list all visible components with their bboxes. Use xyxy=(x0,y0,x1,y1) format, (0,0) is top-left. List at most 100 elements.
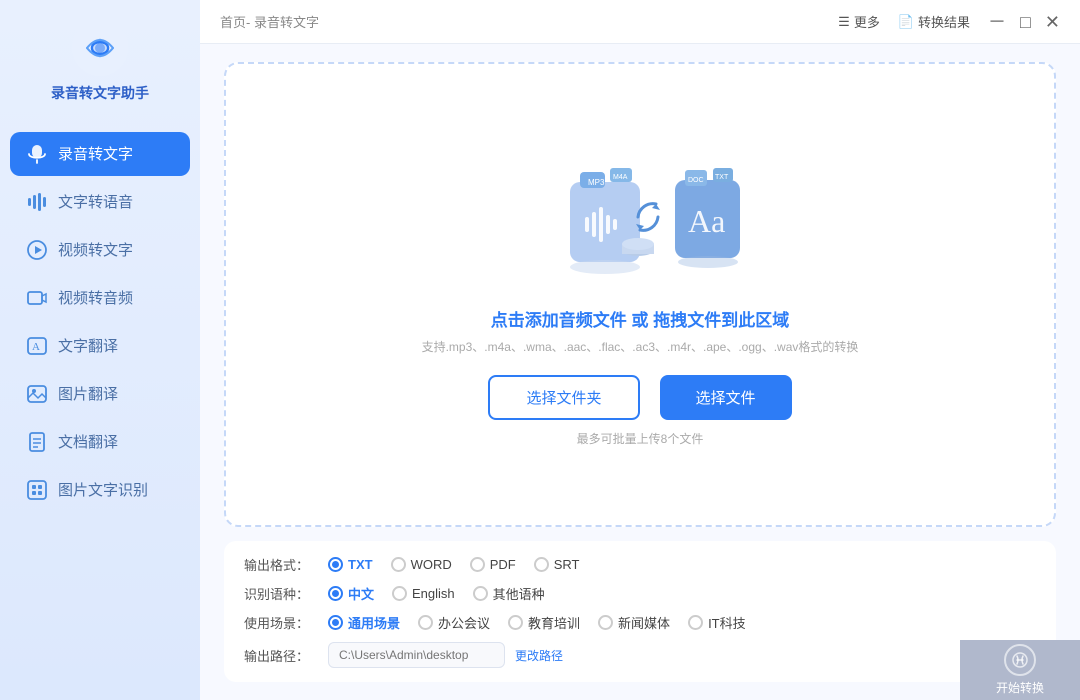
maximize-button[interactable]: □ xyxy=(1020,13,1031,31)
lang-option-English[interactable]: English xyxy=(392,586,455,601)
lang-row: 识别语种： 中文 English 其他语种 xyxy=(244,584,1036,603)
format-label-PDF: PDF xyxy=(490,557,516,572)
change-path-button[interactable]: 更改路径 xyxy=(515,647,563,664)
content-area: MP3 M4A DOC xyxy=(200,44,1080,700)
scene-label-办公会议: 办公会议 xyxy=(438,613,490,632)
radio-circle xyxy=(392,586,407,601)
radio-circle xyxy=(688,615,703,630)
format-radio-group: TXT WORD PDF SRT xyxy=(328,557,580,572)
app-title: 录音转文字助手 xyxy=(51,84,149,104)
nav-icon-text-translate: A xyxy=(26,335,48,357)
lang-label-English: English xyxy=(412,586,455,601)
svg-text:TXT: TXT xyxy=(715,174,729,181)
sidebar-item-text-to-speech[interactable]: 文字转语音 xyxy=(10,180,190,224)
format-option-srt[interactable]: SRT xyxy=(534,557,580,572)
nav-icon-image-ocr xyxy=(26,479,48,501)
logo-area: 录音转文字助手 xyxy=(51,20,149,104)
select-file-button[interactable]: 选择文件 xyxy=(660,375,792,420)
scene-option-新闻媒体[interactable]: 新闻媒体 xyxy=(598,613,670,632)
nav-icon-doc-translate xyxy=(26,431,48,453)
more-label: 更多 xyxy=(854,12,880,31)
main-area: 首页- 录音转文字 ☰ 更多 📄 转换结果 － □ ✕ xyxy=(200,0,1080,700)
sidebar-item-text-translate[interactable]: A 文字翻译 xyxy=(10,324,190,368)
scene-option-办公会议[interactable]: 办公会议 xyxy=(418,613,490,632)
svg-text:Aa: Aa xyxy=(688,203,725,239)
nav-label-video-to-text: 视频转文字 xyxy=(58,239,133,260)
sidebar-item-doc-translate[interactable]: 文档翻译 xyxy=(10,420,190,464)
nav-label-video-to-audio: 视频转音频 xyxy=(58,287,133,308)
nav-icon-video-to-audio xyxy=(26,287,48,309)
sidebar: 录音转文字助手 录音转文字文字转语音视频转文字视频转音频 A 文字翻译图片翻译文档翻… xyxy=(0,0,200,700)
format-label-TXT: TXT xyxy=(348,557,373,572)
start-btn-inner: 开始转换 xyxy=(996,644,1044,696)
format-label: 输出格式： xyxy=(244,555,312,574)
format-option-txt[interactable]: TXT xyxy=(328,557,373,572)
scene-label-新闻媒体: 新闻媒体 xyxy=(618,613,670,632)
path-label: 输出路径： xyxy=(244,646,312,665)
hamburger-icon: ☰ xyxy=(838,14,850,30)
lang-option-其他语种[interactable]: 其他语种 xyxy=(473,584,545,603)
radio-circle xyxy=(508,615,523,630)
select-folder-button[interactable]: 选择文件夹 xyxy=(488,375,639,420)
radio-circle xyxy=(418,615,433,630)
path-input[interactable] xyxy=(328,642,505,668)
format-option-word[interactable]: WORD xyxy=(391,557,452,572)
drop-illustration: MP3 M4A DOC xyxy=(530,142,750,292)
scene-option-IT科技[interactable]: IT科技 xyxy=(688,613,746,632)
close-button[interactable]: ✕ xyxy=(1045,13,1060,31)
drop-text-sub: 支持.mp3、.m4a、.wma、.aac、.flac、.ac3、.m4r、.a… xyxy=(422,338,859,355)
lang-option-中文[interactable]: 中文 xyxy=(328,584,374,603)
titlebar: 首页- 录音转文字 ☰ 更多 📄 转换结果 － □ ✕ xyxy=(200,0,1080,44)
start-button[interactable]: 开始转换 xyxy=(960,640,1080,700)
lang-label-其他语种: 其他语种 xyxy=(493,584,545,603)
nav-icon-speech-to-text xyxy=(26,143,48,165)
sidebar-item-video-to-text[interactable]: 视频转文字 xyxy=(10,228,190,272)
radio-circle xyxy=(598,615,613,630)
radio-circle xyxy=(470,557,485,572)
lang-label: 识别语种： xyxy=(244,584,312,603)
svg-text:DOC: DOC xyxy=(688,177,704,184)
format-label-WORD: WORD xyxy=(411,557,452,572)
settings-panel: 输出格式： TXTWORDPDFSRT 识别语种： 中文English其他语种 … xyxy=(224,541,1056,682)
scene-radio-group: 通用场景 办公会议教育培训 新闻媒体 IT科技 xyxy=(328,613,746,632)
document-icon: 📄 xyxy=(898,14,914,30)
sidebar-item-image-ocr[interactable]: 图片文字识别 xyxy=(10,468,190,512)
radio-circle xyxy=(328,557,343,572)
start-icon xyxy=(1004,644,1036,676)
nav-label-text-translate: 文字翻译 xyxy=(58,335,118,356)
format-option-pdf[interactable]: PDF xyxy=(470,557,516,572)
radio-circle xyxy=(473,586,488,601)
result-button[interactable]: 📄 转换结果 xyxy=(898,12,970,31)
scene-label-IT科技: IT科技 xyxy=(708,613,746,632)
titlebar-right: ☰ 更多 📄 转换结果 － □ ✕ xyxy=(838,12,1060,31)
scene-option-教育培训[interactable]: 教育培训 xyxy=(508,613,580,632)
format-label-SRT: SRT xyxy=(554,557,580,572)
nav-icon-text-to-speech xyxy=(26,191,48,213)
nav-label-text-to-speech: 文字转语音 xyxy=(58,191,133,212)
svg-text:M4A: M4A xyxy=(613,174,628,181)
radio-circle xyxy=(328,586,343,601)
drop-area[interactable]: MP3 M4A DOC xyxy=(224,62,1056,527)
format-row: 输出格式： TXT WORD PDF SRT xyxy=(244,555,1036,574)
result-label: 转换结果 xyxy=(918,12,970,31)
sidebar-item-image-translate[interactable]: 图片翻译 xyxy=(10,372,190,416)
drop-hint: 最多可批量上传8个文件 xyxy=(577,430,704,447)
sidebar-item-speech-to-text[interactable]: 录音转文字 xyxy=(10,132,190,176)
scene-row: 使用场景： 通用场景 办公会议教育培训 新闻媒体 IT科技 xyxy=(244,613,1036,632)
nav-label-image-ocr: 图片文字识别 xyxy=(58,479,148,500)
scene-label-通用场景: 通用场景 xyxy=(348,613,400,632)
path-row: 输出路径： 更改路径 xyxy=(244,642,1036,668)
radio-circle xyxy=(534,557,549,572)
window-controls: － □ ✕ xyxy=(988,13,1060,31)
svg-text:A: A xyxy=(32,341,40,353)
scene-label: 使用场景： xyxy=(244,613,312,632)
scene-option-通用场景[interactable]: 通用场景 xyxy=(328,613,400,632)
path-input-row: 更改路径 xyxy=(328,642,563,668)
start-label: 开始转换 xyxy=(996,679,1044,696)
minimize-button[interactable]: － xyxy=(988,13,1006,31)
radio-circle xyxy=(328,615,343,630)
more-button[interactable]: ☰ 更多 xyxy=(838,12,880,31)
app-logo-icon xyxy=(72,20,128,76)
sidebar-item-video-to-audio[interactable]: 视频转音频 xyxy=(10,276,190,320)
nav-items: 录音转文字文字转语音视频转文字视频转音频 A 文字翻译图片翻译文档翻译图片文字识别 xyxy=(0,132,200,516)
